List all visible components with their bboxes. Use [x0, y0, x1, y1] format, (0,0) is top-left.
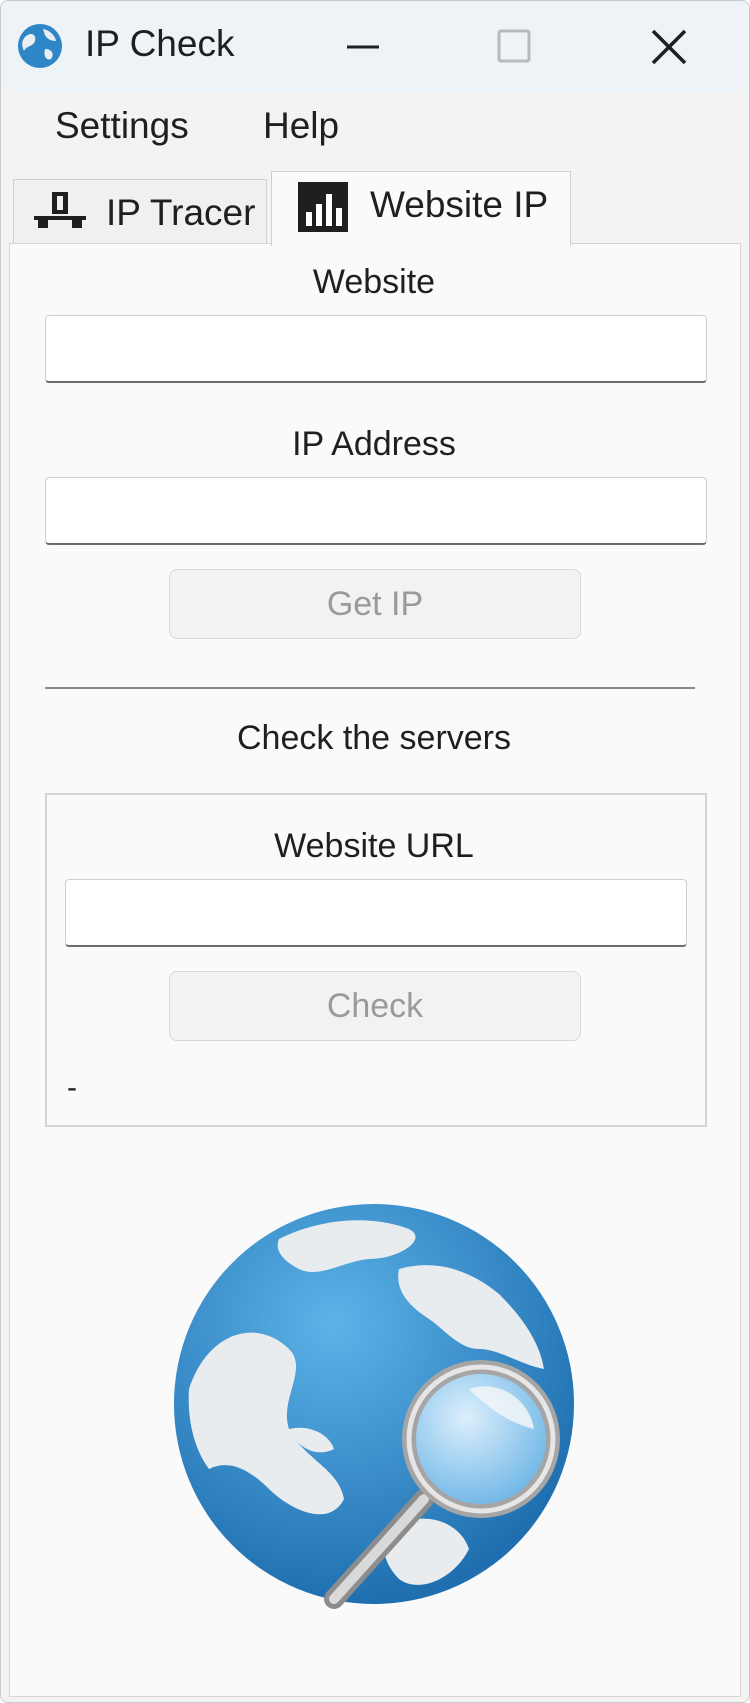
- menu-help[interactable]: Help: [263, 105, 339, 147]
- tab-website-ip-label: Website IP: [370, 184, 549, 225]
- close-icon[interactable]: [619, 11, 719, 81]
- title-bar[interactable]: IP Check: [1, 1, 749, 91]
- tab-website-ip[interactable]: Website IP: [271, 171, 571, 246]
- section-divider: [45, 687, 695, 689]
- website-url-label: Website URL: [274, 827, 474, 865]
- tab-ip-tracer[interactable]: IP Tracer: [13, 179, 267, 244]
- check-servers-title: Check the servers: [237, 719, 511, 757]
- get-ip-button[interactable]: Get IP: [169, 569, 581, 639]
- maximize-icon[interactable]: [463, 11, 563, 81]
- network-icon: [34, 192, 86, 228]
- tab-ip-tracer-label: IP Tracer: [106, 192, 256, 233]
- minimize-icon[interactable]: [313, 11, 413, 81]
- website-input[interactable]: [45, 315, 707, 383]
- ip-address-input[interactable]: [45, 477, 707, 545]
- menu-settings[interactable]: Settings: [55, 105, 189, 147]
- website-label: Website: [312, 263, 436, 301]
- window-title: IP Check: [85, 23, 235, 64]
- check-status: -: [67, 1071, 77, 1104]
- globe-magnifier-icon: [174, 1204, 574, 1609]
- globe-app-icon: [18, 24, 62, 68]
- website-url-input[interactable]: [65, 879, 687, 947]
- bar-chart-icon: [298, 182, 348, 232]
- check-button[interactable]: Check: [169, 971, 581, 1041]
- ip-address-label: IP Address: [292, 425, 456, 463]
- app-window: IP Check Settings Help IP Tracer Website…: [0, 0, 750, 1703]
